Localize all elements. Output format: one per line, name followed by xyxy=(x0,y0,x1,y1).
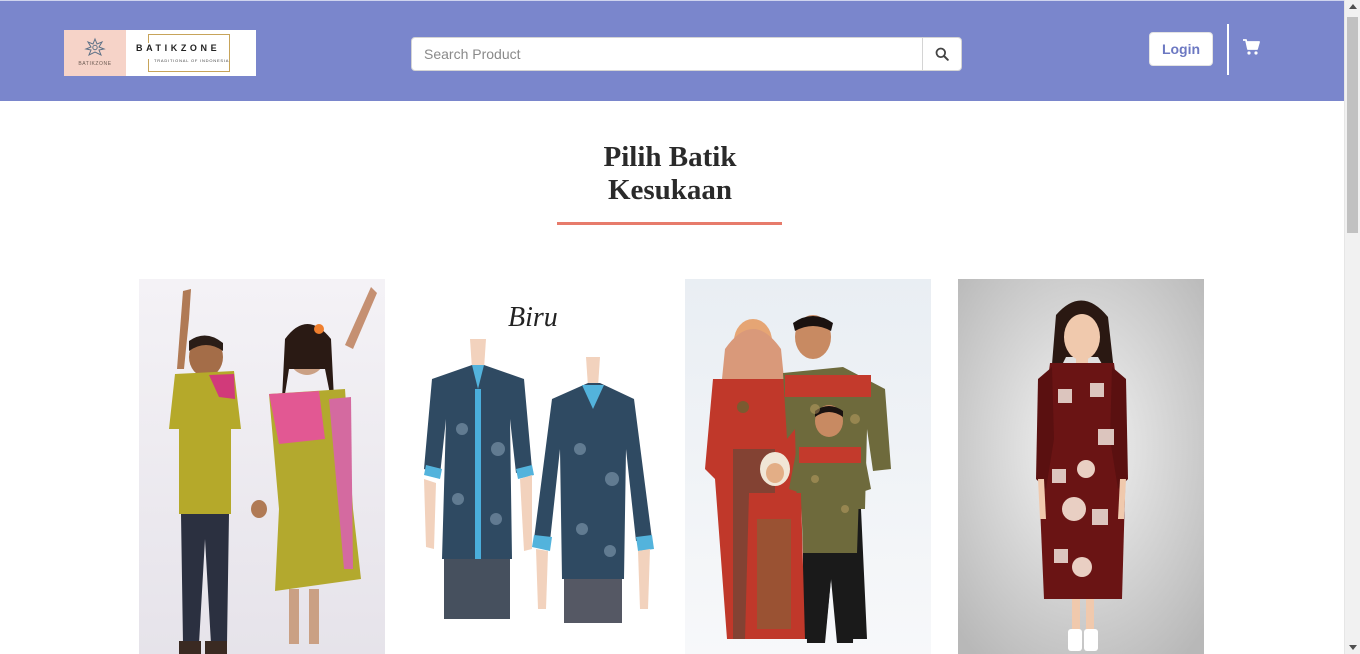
page-title-line-2: Kesukaan xyxy=(607,174,733,206)
search-icon xyxy=(935,47,949,61)
header-divider xyxy=(1227,24,1229,75)
search-button[interactable] xyxy=(922,38,961,70)
product-card-family[interactable] xyxy=(685,279,931,654)
product-overlay-text: Biru xyxy=(508,302,558,333)
logo-mini-text: BATIKZONE xyxy=(78,61,112,67)
product-image-red-dress xyxy=(958,279,1204,654)
logo-tagline: TRADITIONAL OF INDONESIA xyxy=(154,58,230,63)
logo-mark: BATIKZONE xyxy=(64,30,126,76)
cart-icon[interactable] xyxy=(1242,38,1260,56)
product-card-red-dress[interactable] xyxy=(958,279,1204,654)
scroll-down-arrow-icon[interactable] xyxy=(1349,645,1357,650)
product-image-blue-shirts: Biru xyxy=(412,279,658,654)
logo-frame xyxy=(148,34,230,72)
site-header: BATIKZONE BATIKZONE TRADITIONAL OF INDON… xyxy=(0,0,1344,101)
logo-wordmark: BATIKZONE TRADITIONAL OF INDONESIA xyxy=(126,30,256,76)
product-card-blue-shirts[interactable]: Biru xyxy=(412,279,658,654)
batik-flower-icon xyxy=(84,37,106,57)
product-image-children xyxy=(139,279,385,654)
page: BATIKZONE BATIKZONE TRADITIONAL OF INDON… xyxy=(0,0,1360,654)
title-underline xyxy=(557,222,782,225)
product-image-family xyxy=(685,279,931,654)
search-bar xyxy=(411,37,962,71)
page-scrollbar[interactable] xyxy=(1344,0,1360,654)
logo-brand-text: BATIKZONE xyxy=(136,43,221,53)
login-button[interactable]: Login xyxy=(1149,32,1213,66)
batikzone-logo[interactable]: BATIKZONE BATIKZONE TRADITIONAL OF INDON… xyxy=(64,30,256,76)
product-card-children[interactable] xyxy=(139,279,385,654)
page-title: Pilih Batik Kesukaan xyxy=(0,141,1340,207)
search-input[interactable] xyxy=(412,38,922,70)
page-title-line-1: Pilih Batik xyxy=(603,141,737,173)
scrollbar-thumb[interactable] xyxy=(1347,17,1358,233)
scroll-up-arrow-icon[interactable] xyxy=(1349,4,1357,9)
